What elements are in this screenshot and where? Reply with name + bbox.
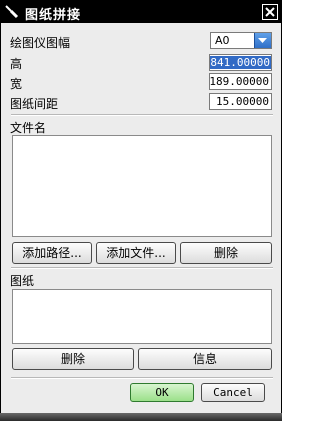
divider [11,267,273,269]
width-value: 1189.00000 [209,75,269,88]
width-input[interactable]: 1189.00000 [209,73,272,90]
title-bar[interactable]: 图纸拼接 [1,1,281,23]
add-path-button[interactable]: 添加路径... [12,242,92,264]
drawing-list[interactable] [12,289,272,344]
height-value: 841.00000 [210,56,271,69]
height-input[interactable]: 841.00000 [209,54,272,71]
file-list[interactable] [12,135,272,237]
gap-label: 图纸间距 [10,97,59,111]
dialog-window: 图纸拼接 绘图仪图幅 A0 高 841.00000 宽 1189.00000 图… [0,0,282,421]
cancel-button[interactable]: Cancel [201,383,265,402]
close-icon [265,7,275,17]
height-label: 高 [10,57,23,71]
gap-value: 15.00000 [216,95,269,108]
delete-file-button[interactable]: 删除 [180,242,272,264]
window-bottom-edge [0,413,282,421]
dropdown-button[interactable] [254,33,271,48]
close-button[interactable] [262,4,278,20]
tool-icon [5,5,19,19]
add-file-button[interactable]: 添加文件... [96,242,176,264]
gap-input[interactable]: 15.00000 [209,93,272,110]
scale-value: A0 [215,34,230,47]
scale-select[interactable]: A0 [210,32,272,49]
divider [11,114,273,116]
scale-label: 绘图仪图幅 [10,36,71,50]
chevron-down-icon [258,38,267,43]
delete-drawing-button[interactable]: 删除 [12,348,134,370]
dialog-title: 图纸拼接 [25,8,82,23]
files-label: 文件名 [10,121,47,135]
divider [11,377,273,379]
info-button[interactable]: 信息 [138,348,272,370]
width-label: 宽 [10,77,23,91]
ok-button[interactable]: OK [130,383,194,402]
drawings-label: 图纸 [10,274,35,288]
